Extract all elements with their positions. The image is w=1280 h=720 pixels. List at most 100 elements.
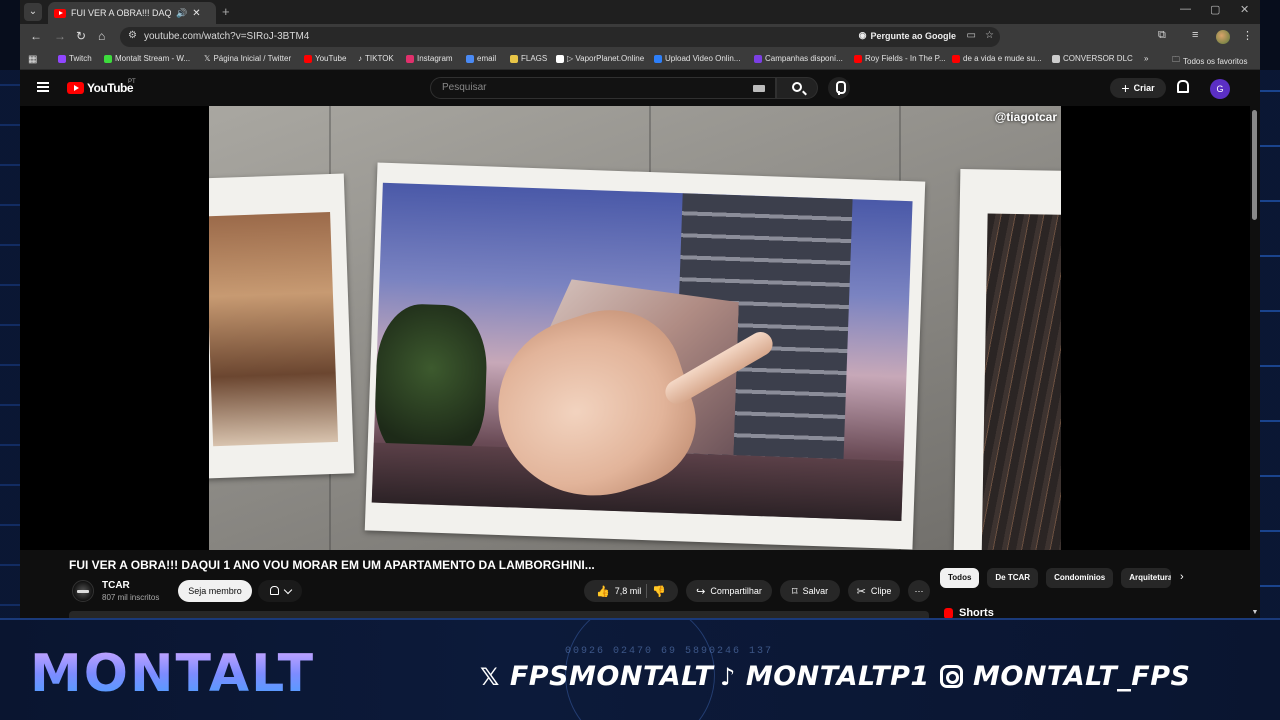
notification-settings-button[interactable]	[258, 580, 302, 602]
youtube-page: YouTube PT Pesquisar + Criar G @tiagotca…	[20, 70, 1260, 618]
share-label: Compartilhar	[710, 586, 762, 596]
instagram-handle: MONTALT_FPS	[940, 661, 1190, 692]
bookmark-twitch[interactable]: Twitch	[58, 54, 92, 63]
bookmark-email[interactable]: email	[466, 54, 496, 63]
save-button[interactable]: ⌑ Salvar	[780, 580, 840, 602]
chip-condominiums[interactable]: Condomínios	[1046, 568, 1114, 588]
minimize-icon[interactable]: —	[1180, 3, 1191, 15]
address-bar[interactable]: ⚙ youtube.com/watch?v=SIRoJ-3BTM4 ◉ Perg…	[120, 27, 1000, 47]
ask-google-label: Pergunte ao Google	[870, 30, 956, 41]
keyboard-icon[interactable]	[753, 85, 765, 92]
description-box[interactable]	[69, 611, 929, 618]
like-dislike-group: 👍 7,8 mil 👎	[584, 580, 678, 602]
bookmark-label: Página Inicial / Twitter	[213, 54, 292, 63]
cast-icon[interactable]: ▭	[967, 30, 976, 41]
save-label: Salvar	[802, 586, 829, 596]
subscriber-count: 807 mil inscritos	[102, 593, 160, 602]
bookmark-montalt-stream[interactable]: Montalt Stream - W...	[104, 54, 190, 63]
bookmark-star-icon[interactable]: ☆	[985, 30, 994, 41]
ask-google-chip[interactable]: ◉ Pergunte ao Google	[859, 30, 956, 41]
tab-search-button[interactable]: ⌄	[24, 3, 42, 21]
bookmark-conversor[interactable]: CONVERSOR DLC	[1052, 54, 1133, 63]
bookmark-label: FLAGS	[521, 54, 548, 63]
search-button[interactable]	[776, 77, 818, 99]
wall-joint	[649, 106, 651, 176]
bookmark-tiktok[interactable]: ♪ TIKTOK	[358, 54, 394, 63]
bookmark-vaporplanet[interactable]: ▷ VaporPlanet.Online	[556, 54, 644, 63]
tiktok-icon: ♪	[720, 662, 736, 691]
shorts-label: Shorts	[959, 607, 994, 618]
related-filter-chips: Todos De TCAR Condomínios Arquitetura	[940, 568, 1172, 588]
clip-button[interactable]: ✂ Clipe	[848, 580, 900, 602]
search-icon	[792, 82, 802, 92]
browser-tab-active[interactable]: FUI VER A OBRA!!! DAQUI 1 🔊 ✕	[48, 2, 216, 24]
video-player[interactable]: @tiagotcar	[20, 106, 1250, 550]
twitter-handle: 𝕏 FPSMONTALT	[480, 661, 713, 692]
reload-icon[interactable]: ↻	[76, 29, 86, 43]
speaker-icon[interactable]: 🔊	[176, 8, 187, 19]
bookmark-flags[interactable]: FLAGS	[510, 54, 547, 63]
create-button[interactable]: + Criar	[1110, 78, 1166, 98]
youtube-icon	[304, 54, 312, 63]
chip-architecture[interactable]: Arquitetura	[1121, 568, 1172, 588]
shorts-icon	[944, 607, 953, 618]
more-actions-icon[interactable]: ⋯	[908, 580, 930, 602]
scroll-down-icon[interactable]: ▼	[1250, 609, 1260, 616]
notifications-icon[interactable]	[1176, 80, 1189, 93]
interior-render-photo	[209, 173, 355, 479]
browser-menu-icon[interactable]: ⋮	[1242, 29, 1253, 42]
search-input[interactable]: Pesquisar	[430, 77, 776, 99]
vaporplanet-icon	[556, 54, 564, 63]
like-count[interactable]: 7,8 mil	[615, 586, 642, 596]
page-scrollbar[interactable]: ▼	[1250, 106, 1260, 618]
window-close-icon[interactable]: ✕	[1240, 3, 1249, 16]
share-button[interactable]: ↪ Compartilhar	[686, 580, 772, 602]
video-frame[interactable]: @tiagotcar	[209, 106, 1061, 550]
channel-avatar[interactable]	[72, 580, 94, 602]
thumbs-down-icon[interactable]: 👎	[652, 585, 666, 598]
menu-icon[interactable]	[37, 82, 49, 92]
bookmark-roy-fields[interactable]: Roy Fields - In The P...	[854, 54, 946, 63]
bookmark-label: ▷ VaporPlanet.Online	[567, 54, 645, 63]
bookmark-twitter[interactable]: 𝕏 Página Inicial / Twitter	[204, 54, 291, 63]
site-info-icon[interactable]: ⚙	[128, 30, 137, 41]
all-favorites-folder[interactable]: 🗀 Todos os favoritos	[1172, 54, 1247, 68]
youtube-icon	[854, 54, 862, 63]
join-button[interactable]: Seja membro	[178, 580, 252, 602]
channel-name[interactable]: TCAR	[102, 580, 130, 591]
url-text[interactable]: youtube.com/watch?v=SIRoJ-3BTM4	[144, 31, 309, 42]
bookmark-label: email	[477, 54, 497, 63]
bookmark-vida[interactable]: de a vida e mude su...	[952, 54, 1042, 63]
bookmark-campanhas[interactable]: Campanhas disponí...	[754, 54, 843, 63]
tiktok-handle-text: MONTALTP1	[745, 661, 930, 692]
browser-toolbar: ← → ↻ ⌂ ⚙ youtube.com/watch?v=SIRoJ-3BTM…	[20, 24, 1260, 50]
bookmark-instagram[interactable]: Instagram	[406, 54, 453, 63]
home-icon[interactable]: ⌂	[98, 29, 105, 43]
bookmarks-overflow-icon[interactable]: »	[1144, 54, 1148, 63]
browser-profile-avatar[interactable]	[1216, 30, 1230, 44]
upload-icon	[654, 54, 662, 63]
new-tab-icon[interactable]: +	[222, 4, 230, 19]
chevron-right-icon[interactable]: ›	[1180, 571, 1184, 583]
apps-grid-icon[interactable]: ▦	[28, 54, 37, 65]
thumbs-up-icon[interactable]: 👍	[596, 585, 610, 598]
chip-all[interactable]: Todos	[940, 568, 980, 588]
voice-search-icon[interactable]	[828, 77, 850, 99]
tab-close-icon[interactable]: ✕	[192, 8, 200, 19]
account-avatar[interactable]: G	[1210, 79, 1230, 99]
media-control-icon[interactable]: ≡	[1192, 29, 1198, 41]
bookmarks-bar: ▦ Twitch Montalt Stream - W... 𝕏 Página I…	[20, 50, 1260, 70]
bookmark-upload-video[interactable]: Upload Video Onlin...	[654, 54, 740, 63]
chip-from-channel[interactable]: De TCAR	[987, 568, 1039, 588]
youtube-logo[interactable]: YouTube	[67, 81, 134, 95]
bookmark-youtube[interactable]: YouTube	[304, 54, 346, 63]
scrollbar-thumb[interactable]	[1252, 110, 1257, 220]
maximize-icon[interactable]: ▢	[1210, 3, 1220, 16]
bookmark-label: Roy Fields - In The P...	[865, 54, 946, 63]
bookmark-label: Instagram	[417, 54, 453, 63]
back-arrow-icon[interactable]: ←	[30, 29, 42, 43]
forward-arrow-icon[interactable]: →	[54, 29, 66, 43]
share-icon: ↪	[696, 585, 706, 598]
hud-numbers: 00926 02470 69 5890246 137	[565, 646, 774, 657]
extensions-icon[interactable]: ⧉	[1158, 29, 1166, 42]
